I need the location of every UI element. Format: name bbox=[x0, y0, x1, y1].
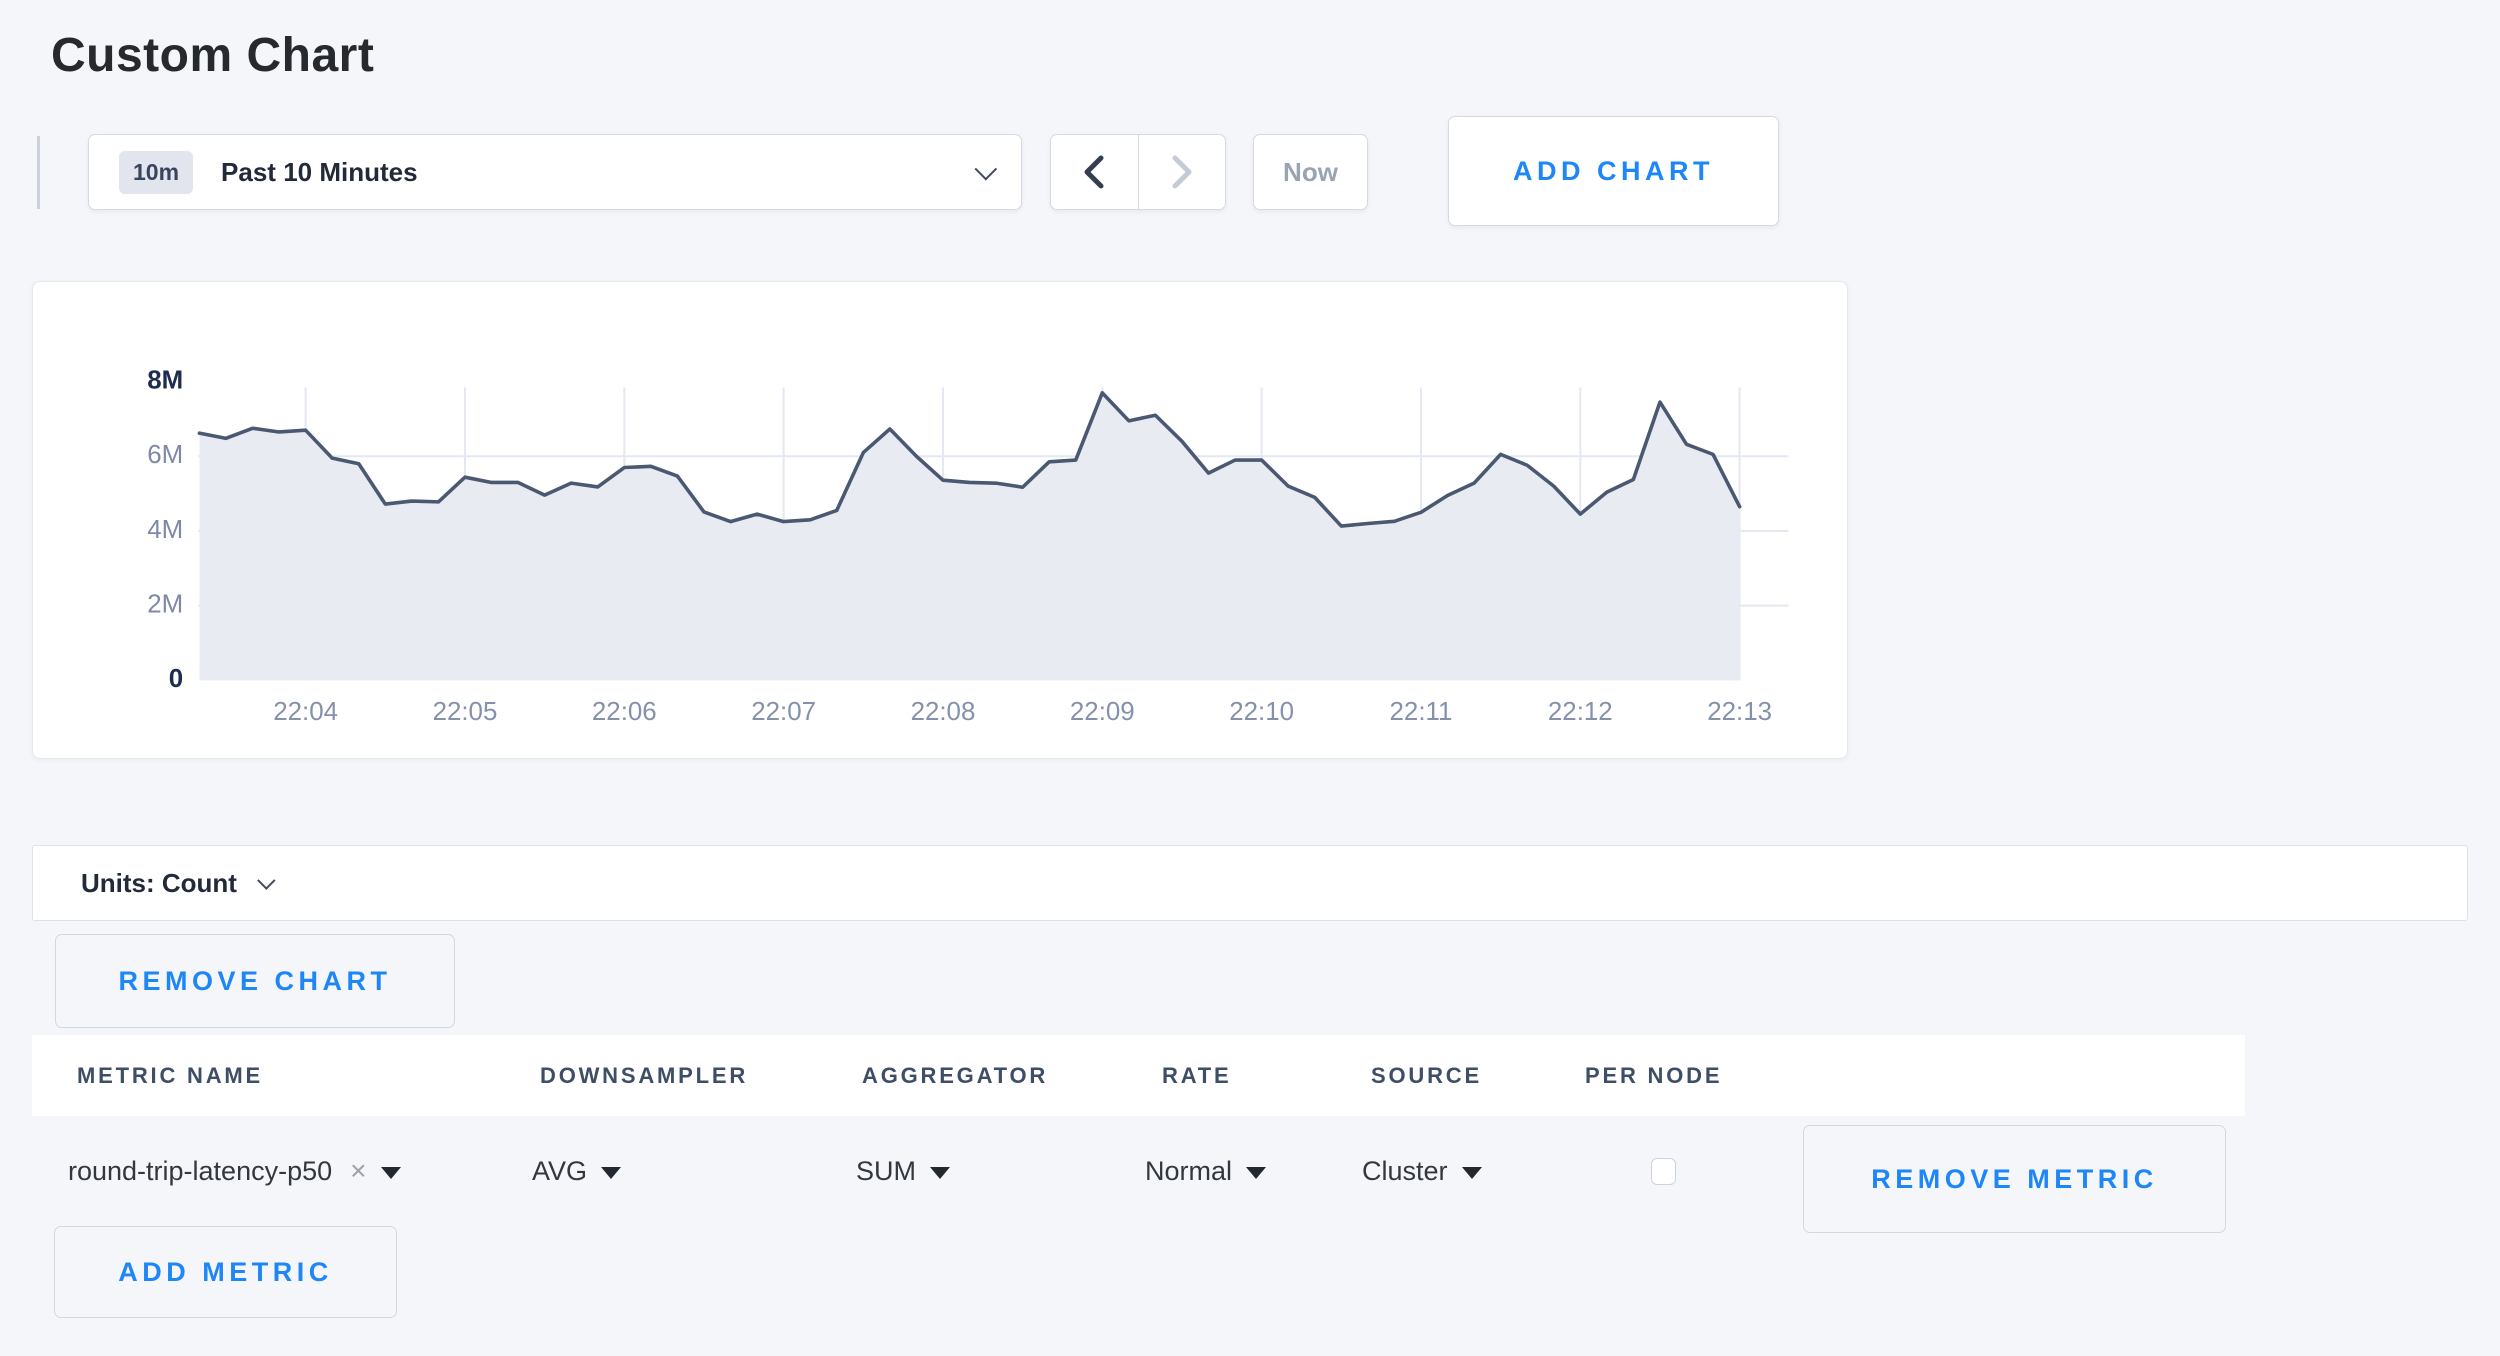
svg-text:4M: 4M bbox=[147, 516, 183, 544]
rate-value: Normal bbox=[1145, 1156, 1232, 1187]
svg-text:22:06: 22:06 bbox=[592, 698, 657, 726]
time-window-badge: 10m bbox=[119, 151, 193, 194]
prev-timespan-button[interactable] bbox=[1051, 135, 1138, 209]
next-timespan-button[interactable] bbox=[1138, 135, 1226, 209]
aggregator-dropdown[interactable]: SUM bbox=[856, 1116, 950, 1226]
page-title: Custom Chart bbox=[51, 28, 374, 83]
svg-text:22:12: 22:12 bbox=[1548, 698, 1613, 726]
remove-chart-button[interactable]: REMOVE CHART bbox=[55, 934, 455, 1028]
svg-text:22:05: 22:05 bbox=[433, 698, 498, 726]
svg-text:22:13: 22:13 bbox=[1707, 698, 1772, 726]
caret-down-icon bbox=[601, 1167, 621, 1179]
chevron-down-icon bbox=[257, 871, 275, 889]
time-nav-group bbox=[1050, 134, 1226, 210]
svg-text:22:08: 22:08 bbox=[911, 698, 976, 726]
timeseries-chart[interactable]: 22:04 22:05 22:06 22:07 22:08 22:09 22:10 22:11… bbox=[33, 282, 1847, 758]
column-header-aggregator: AGGREGATOR bbox=[862, 1035, 1048, 1116]
source-dropdown[interactable]: Cluster bbox=[1362, 1116, 1482, 1226]
add-chart-button[interactable]: ADD CHART bbox=[1448, 116, 1779, 226]
column-header-rate: RATE bbox=[1162, 1035, 1231, 1116]
svg-text:2M: 2M bbox=[147, 590, 183, 618]
svg-text:22:11: 22:11 bbox=[1390, 698, 1453, 726]
column-header-downsampler: DOWNSAMPLER bbox=[540, 1035, 748, 1116]
svg-text:22:04: 22:04 bbox=[273, 698, 338, 726]
caret-down-icon bbox=[1246, 1167, 1266, 1179]
caret-down-icon bbox=[1462, 1167, 1482, 1179]
per-node-checkbox[interactable] bbox=[1651, 1158, 1676, 1185]
caret-down-icon bbox=[381, 1167, 401, 1179]
aggregator-value: SUM bbox=[856, 1156, 916, 1187]
chevron-right-icon bbox=[1169, 152, 1195, 192]
metric-row: round-trip-latency-p50 × AVG SUM Normal … bbox=[32, 1116, 2468, 1226]
units-label: Units: Count bbox=[81, 868, 237, 899]
downsampler-value: AVG bbox=[532, 1156, 587, 1187]
column-header-source: SOURCE bbox=[1371, 1035, 1482, 1116]
add-metric-button[interactable]: ADD METRIC bbox=[54, 1226, 397, 1318]
rate-dropdown[interactable]: Normal bbox=[1145, 1116, 1266, 1226]
chevron-left-icon bbox=[1081, 152, 1107, 192]
metrics-table-header: METRIC NAME DOWNSAMPLER AGGREGATOR RATE … bbox=[32, 1035, 2245, 1116]
metric-name-value: round-trip-latency-p50 bbox=[68, 1156, 332, 1187]
svg-text:6M: 6M bbox=[147, 441, 183, 469]
column-header-metric-name: METRIC NAME bbox=[77, 1035, 263, 1116]
remove-tag-icon[interactable]: × bbox=[350, 1155, 366, 1187]
toolbar-divider bbox=[37, 136, 40, 209]
column-header-per-node: PER NODE bbox=[1585, 1035, 1722, 1116]
svg-text:0: 0 bbox=[169, 665, 183, 693]
caret-down-icon bbox=[930, 1167, 950, 1179]
metric-name-dropdown[interactable]: round-trip-latency-p50 × bbox=[68, 1116, 401, 1226]
svg-text:22:10: 22:10 bbox=[1229, 698, 1294, 726]
time-window-label: Past 10 Minutes bbox=[221, 157, 418, 188]
units-select[interactable]: Units: Count bbox=[81, 868, 270, 899]
svg-text:22:07: 22:07 bbox=[751, 698, 816, 726]
source-value: Cluster bbox=[1362, 1156, 1448, 1187]
chevron-down-icon bbox=[975, 158, 998, 181]
time-range-select[interactable]: 10m Past 10 Minutes bbox=[88, 134, 1022, 210]
now-button[interactable]: Now bbox=[1253, 134, 1368, 210]
downsampler-dropdown[interactable]: AVG bbox=[532, 1116, 621, 1226]
svg-text:8M: 8M bbox=[147, 366, 183, 394]
svg-text:22:09: 22:09 bbox=[1070, 698, 1135, 726]
chart-card: 22:04 22:05 22:06 22:07 22:08 22:09 22:10 22:11… bbox=[32, 281, 1848, 759]
units-bar: Units: Count bbox=[32, 845, 2468, 921]
remove-metric-button[interactable]: REMOVE METRIC bbox=[1803, 1125, 2226, 1233]
